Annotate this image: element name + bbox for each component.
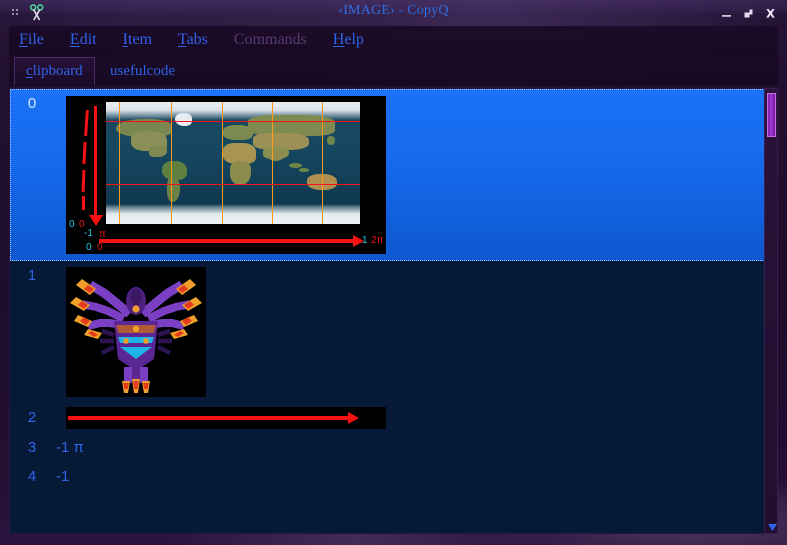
tab-bar: c lipboard usefulcode [9, 54, 778, 86]
landmass [149, 145, 167, 157]
landmass [230, 160, 251, 185]
menu-edit[interactable]: Edit [70, 31, 97, 49]
minimize-icon[interactable] [719, 6, 734, 21]
close-icon[interactable] [763, 6, 778, 21]
clipboard-item-list[interactable]: 0 0 0 -1 π 0 0 1 2π 1 2 3 -1 π 4 -1 [9, 88, 778, 534]
vertical-scrollbar[interactable] [764, 88, 778, 534]
row-content: -1 π [54, 433, 777, 462]
world-map-plot-image: 0 0 -1 π 0 0 1 2π [66, 96, 386, 254]
row-index: 2 [27, 409, 37, 426]
landmass [166, 177, 180, 203]
thunderbird-sprite-image [66, 267, 206, 397]
menu-help[interactable]: Help [333, 31, 364, 49]
axis-label: 0 [86, 242, 92, 253]
item-text: -1 [56, 468, 70, 485]
grid-hline [106, 121, 360, 122]
y-axis-dash [84, 109, 89, 137]
landmass [268, 150, 284, 161]
menu-commands: Commands [233, 31, 307, 48]
menu-item[interactable]: Item [123, 31, 152, 49]
maximize-icon[interactable] [741, 6, 756, 21]
axis-label: 2π [371, 235, 384, 246]
y-axis-arrowhead [89, 215, 103, 226]
menu-bar: File Edit Item Tabs Commands Help [9, 26, 778, 54]
row-index: 3 [27, 439, 37, 456]
x-axis-arrow-shaft [99, 239, 357, 243]
window-title: ‹IMAGE› - CopyQ [338, 3, 449, 18]
list-item[interactable]: 3 -1 π [10, 433, 777, 462]
tab-usefulcode[interactable]: usefulcode [99, 57, 186, 85]
y-axis-dash [82, 141, 87, 165]
row-content: 0 0 -1 π 0 0 1 2π [54, 89, 777, 261]
list-item[interactable]: 2 [10, 403, 777, 433]
axis-label: 0 [97, 242, 103, 253]
row-index: 0 [27, 95, 37, 112]
scroll-down-arrow-icon[interactable] [768, 524, 777, 531]
list-item[interactable]: 1 [10, 261, 777, 403]
list-item[interactable]: 0 0 0 -1 π 0 0 1 2π [10, 89, 777, 261]
row-index: 4 [27, 468, 37, 485]
landmass [326, 136, 335, 145]
row-content [54, 261, 777, 403]
arrowhead [348, 412, 359, 424]
landmass [288, 163, 302, 168]
arrow-shaft [68, 416, 352, 420]
axis-label: π [99, 229, 106, 240]
row-index: 1 [27, 267, 37, 284]
y-axis-arrow-shaft [94, 106, 97, 219]
row-content [54, 403, 777, 433]
landmass [299, 167, 310, 172]
landmass [174, 112, 193, 127]
scrollbar-thumb[interactable] [767, 93, 776, 137]
axis-label: -1 [84, 228, 93, 239]
map-canvas [106, 102, 360, 224]
row-content: -1 [54, 462, 777, 491]
tab-clipboard[interactable]: c lipboard [14, 57, 95, 85]
menu-file[interactable]: File [19, 31, 44, 49]
y-axis-dash [82, 196, 85, 210]
grid-hline [106, 184, 360, 185]
thunderbird-art [70, 279, 202, 393]
red-arrow-image [66, 407, 386, 429]
item-text: -1 π [56, 439, 84, 456]
menu-tabs[interactable]: Tabs [178, 31, 208, 49]
y-axis-dash [81, 169, 86, 193]
axis-label: 1 [362, 235, 368, 246]
copyq-main-window: ‹IMAGE› - CopyQ File Edit Item Tabs Comm… [0, 0, 787, 545]
axis-label: 0 [69, 219, 75, 230]
list-item[interactable]: 4 -1 [10, 462, 777, 491]
title-bar[interactable]: ‹IMAGE› - CopyQ [0, 0, 787, 26]
